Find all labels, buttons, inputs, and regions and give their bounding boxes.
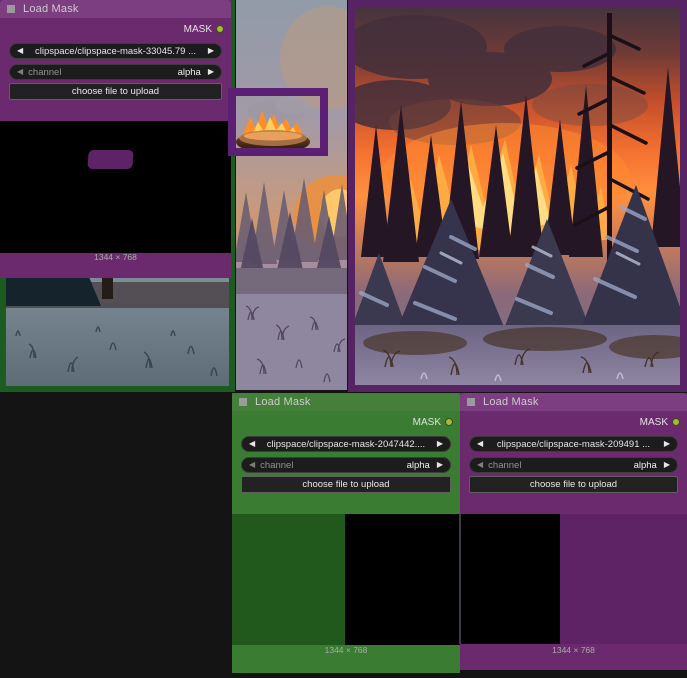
next-arrow-icon[interactable]: ▶ [208, 47, 214, 55]
forest-fire-image-node[interactable] [348, 0, 687, 392]
mask-preview [232, 514, 460, 645]
prev-arrow-icon[interactable]: ◀ [17, 68, 23, 76]
mask-masked-region [460, 514, 560, 644]
mask-file-value: clipspace/clipspace-mask-209491 ... [496, 438, 651, 450]
choose-file-button[interactable]: choose file to upload [241, 476, 451, 493]
load-mask-node-3[interactable]: Load Mask MASK ◀ clipspace/clipspace-mas… [460, 393, 687, 670]
collapse-box-icon[interactable] [467, 398, 475, 406]
node-gap-divider [459, 514, 461, 644]
prev-arrow-icon[interactable]: ◀ [477, 461, 483, 469]
collapse-box-icon[interactable] [7, 5, 15, 13]
output-slot-dot[interactable] [445, 418, 453, 426]
channel-combo[interactable]: ◀ channel alpha ▶ [9, 64, 222, 80]
next-arrow-icon[interactable]: ▶ [664, 461, 670, 469]
output-slot-dot[interactable] [672, 418, 680, 426]
channel-value: alpha [406, 459, 430, 471]
mask-output-row: MASK [640, 416, 680, 428]
smoky-sky-ufo-image [234, 0, 378, 390]
mask-file-combo[interactable]: ◀ clipspace/clipspace-mask-33045.79 ... … [9, 43, 222, 59]
load-mask-node-2[interactable]: Load Mask MASK ◀ clipspace/clipspace-mas… [232, 393, 460, 673]
collapse-box-icon[interactable] [239, 398, 247, 406]
channel-label: channel [28, 66, 62, 78]
node-canvas: Load Mask MASK ◀ clipspace/clipspace-mas… [0, 0, 687, 678]
next-arrow-icon[interactable]: ▶ [437, 461, 443, 469]
node-title: Load Mask [255, 396, 311, 408]
mask-dimensions: 1344 × 768 [324, 645, 368, 655]
mask-unmasked-region [87, 150, 134, 169]
next-arrow-icon[interactable]: ▶ [208, 68, 214, 76]
channel-label: channel [488, 459, 522, 471]
channel-combo[interactable]: ◀ channel alpha ▶ [469, 457, 678, 473]
mask-preview [0, 121, 231, 253]
mask-file-value: clipspace/clipspace-mask-33045.79 ... [34, 45, 197, 57]
mask-output-row: MASK [413, 416, 453, 428]
channel-label: channel [260, 459, 294, 471]
choose-file-button[interactable]: choose file to upload [469, 476, 678, 493]
node-titlebar[interactable]: Load Mask [0, 0, 231, 18]
output-label: MASK [412, 416, 441, 428]
mask-output-row: MASK [184, 23, 224, 35]
load-mask-node-1[interactable]: Load Mask MASK ◀ clipspace/clipspace-mas… [0, 0, 231, 278]
node-title: Load Mask [483, 396, 539, 408]
next-arrow-icon[interactable]: ▶ [664, 440, 670, 448]
prev-arrow-icon[interactable]: ◀ [17, 47, 23, 55]
smoky-sky-ufo-image-node[interactable] [234, 0, 378, 390]
forest-fire-image [355, 7, 680, 385]
channel-combo[interactable]: ◀ channel alpha ▶ [241, 457, 451, 473]
node-title: Load Mask [23, 3, 79, 15]
mask-dimensions: 1344 × 768 [552, 645, 595, 655]
mask-dimensions: 1344 × 768 [94, 252, 137, 262]
node-titlebar[interactable]: Load Mask [232, 393, 460, 411]
channel-value: alpha [633, 459, 657, 471]
output-label: MASK [183, 23, 212, 35]
next-arrow-icon[interactable]: ▶ [437, 440, 443, 448]
output-slot-dot[interactable] [216, 25, 224, 33]
mask-preview [460, 514, 687, 644]
mask-region-highlight-box [228, 88, 328, 156]
prev-arrow-icon[interactable]: ◀ [249, 440, 255, 448]
mask-file-combo[interactable]: ◀ clipspace/clipspace-mask-209491 ... ▶ [469, 436, 678, 452]
output-label: MASK [639, 416, 668, 428]
prev-arrow-icon[interactable]: ◀ [477, 440, 483, 448]
mask-file-value: clipspace/clipspace-mask-2047442.... [266, 438, 426, 450]
mask-masked-region [345, 514, 460, 645]
prev-arrow-icon[interactable]: ◀ [249, 461, 255, 469]
shrub-band [236, 268, 347, 294]
choose-file-button[interactable]: choose file to upload [9, 83, 222, 100]
mask-file-combo[interactable]: ◀ clipspace/clipspace-mask-2047442.... ▶ [241, 436, 451, 452]
node-titlebar[interactable]: Load Mask [460, 393, 687, 411]
channel-value: alpha [177, 66, 201, 78]
